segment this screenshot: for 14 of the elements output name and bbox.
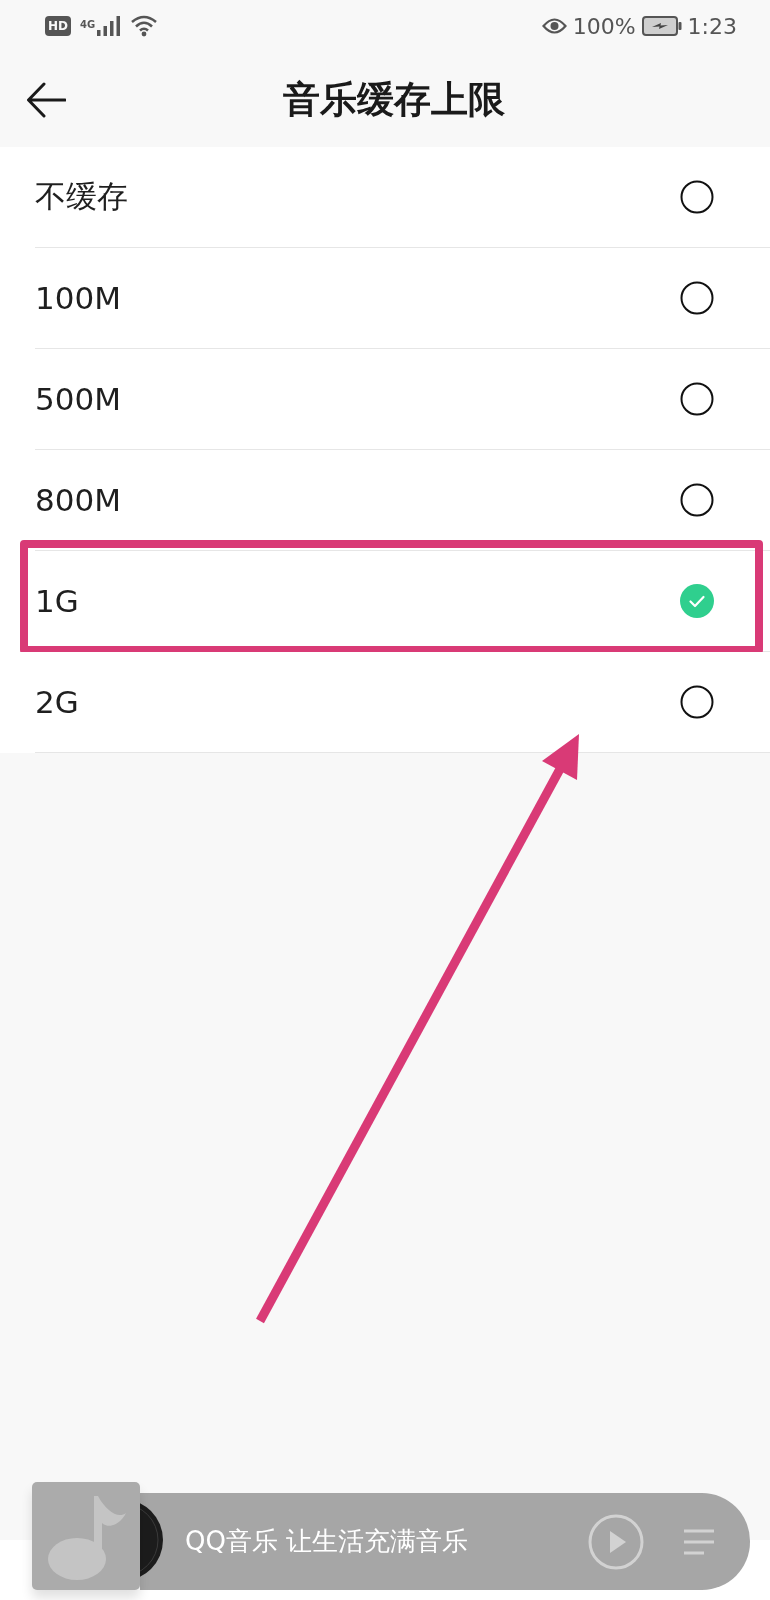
back-button[interactable] — [26, 81, 66, 118]
clock-time: 1:23 — [687, 13, 737, 39]
signal-icon — [97, 16, 122, 36]
network-type: 4G — [80, 19, 96, 31]
battery-percent: 100% — [572, 13, 636, 39]
battery-icon — [641, 16, 682, 36]
page-title: 音乐缓存上限 — [283, 76, 505, 123]
eye-icon — [541, 17, 567, 35]
wifi-icon — [130, 15, 159, 37]
hd-badge: HD — [45, 16, 71, 36]
back-arrow-icon — [26, 81, 66, 118]
playlist-icon[interactable] — [682, 1527, 716, 1556]
play-icon[interactable] — [588, 1513, 644, 1570]
player-slogan: QQ音乐 让生活充满音乐 — [185, 1525, 469, 1558]
